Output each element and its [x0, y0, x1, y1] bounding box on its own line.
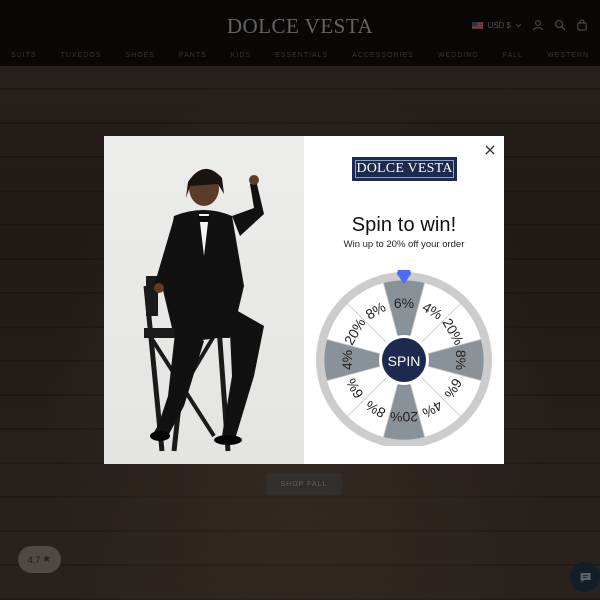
spin-to-win-popup: DOLCE VESTA Spin to win! Win up to 20% o…	[104, 136, 504, 464]
spin-button[interactable]: SPIN	[379, 335, 429, 385]
popup-title: Spin to win!	[351, 214, 457, 236]
brand-logo: DOLCE VESTA	[352, 157, 457, 181]
wheel-segment-label: 8%	[453, 350, 469, 370]
prize-wheel-graphic: 6% 4%20%8%6%4%20%8%6%4%20%8%SPIN	[316, 270, 492, 446]
model-photo	[104, 136, 304, 464]
spin-button-label: SPIN	[388, 353, 421, 369]
popup-content: DOLCE VESTA Spin to win! Win up to 20% o…	[304, 136, 504, 464]
wheel-segment-label: 4%	[339, 350, 355, 370]
prize-wheel[interactable]: 6% 4% 20% 8% 6% 4% 20% 8% 6% 4% 20% 8% SPIN	[316, 270, 492, 446]
wheel-segment-label: 20%	[390, 409, 418, 425]
popup-subtitle: Win up to 20% off your order	[343, 239, 465, 250]
wheel-segment-label: 6%	[394, 295, 414, 311]
tuxedo-model-illustration	[143, 168, 264, 452]
close-icon[interactable]	[484, 144, 496, 156]
